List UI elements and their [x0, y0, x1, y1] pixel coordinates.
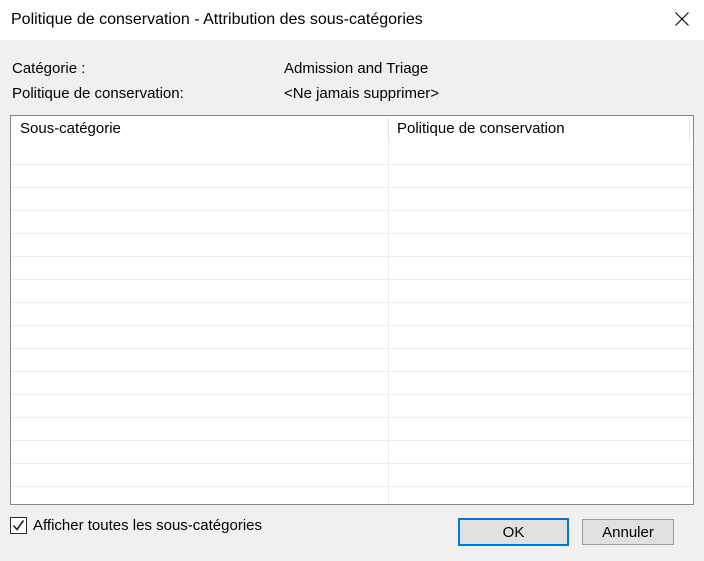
retention-policy-value: <Ne jamais supprimer>: [284, 85, 439, 102]
ok-button[interactable]: OK: [458, 518, 569, 546]
header-separator: [689, 118, 690, 141]
table-body[interactable]: [11, 142, 693, 504]
table-header: Sous-catégorie Politique de conservation: [11, 116, 693, 142]
show-all-subcategories-checkbox[interactable]: Afficher toutes les sous-catégories: [10, 516, 262, 534]
column-header-retention-policy[interactable]: Politique de conservation: [397, 120, 565, 137]
column-divider: [388, 142, 389, 504]
checkbox-box[interactable]: [10, 517, 27, 534]
column-header-subcategory[interactable]: Sous-catégorie: [20, 120, 121, 137]
titlebar: Politique de conservation - Attribution …: [0, 0, 704, 40]
retention-policy-label: Politique de conservation:: [12, 85, 184, 102]
retention-policy-dialog: Politique de conservation - Attribution …: [0, 0, 704, 561]
retention-policy-row: Politique de conservation: <Ne jamais su…: [0, 85, 704, 103]
category-row: Catégorie : Admission and Triage: [0, 60, 704, 78]
dialog-title: Politique de conservation - Attribution …: [11, 0, 423, 40]
category-value: Admission and Triage: [284, 60, 428, 77]
checkmark-icon: [12, 519, 25, 532]
category-label: Catégorie :: [12, 60, 85, 77]
cancel-button[interactable]: Annuler: [582, 519, 674, 545]
close-button[interactable]: [659, 0, 704, 40]
subcategories-table: Sous-catégorie Politique de conservation: [10, 115, 694, 505]
checkbox-label[interactable]: Afficher toutes les sous-catégories: [33, 517, 262, 534]
close-icon: [674, 11, 690, 30]
header-separator: [388, 118, 389, 141]
